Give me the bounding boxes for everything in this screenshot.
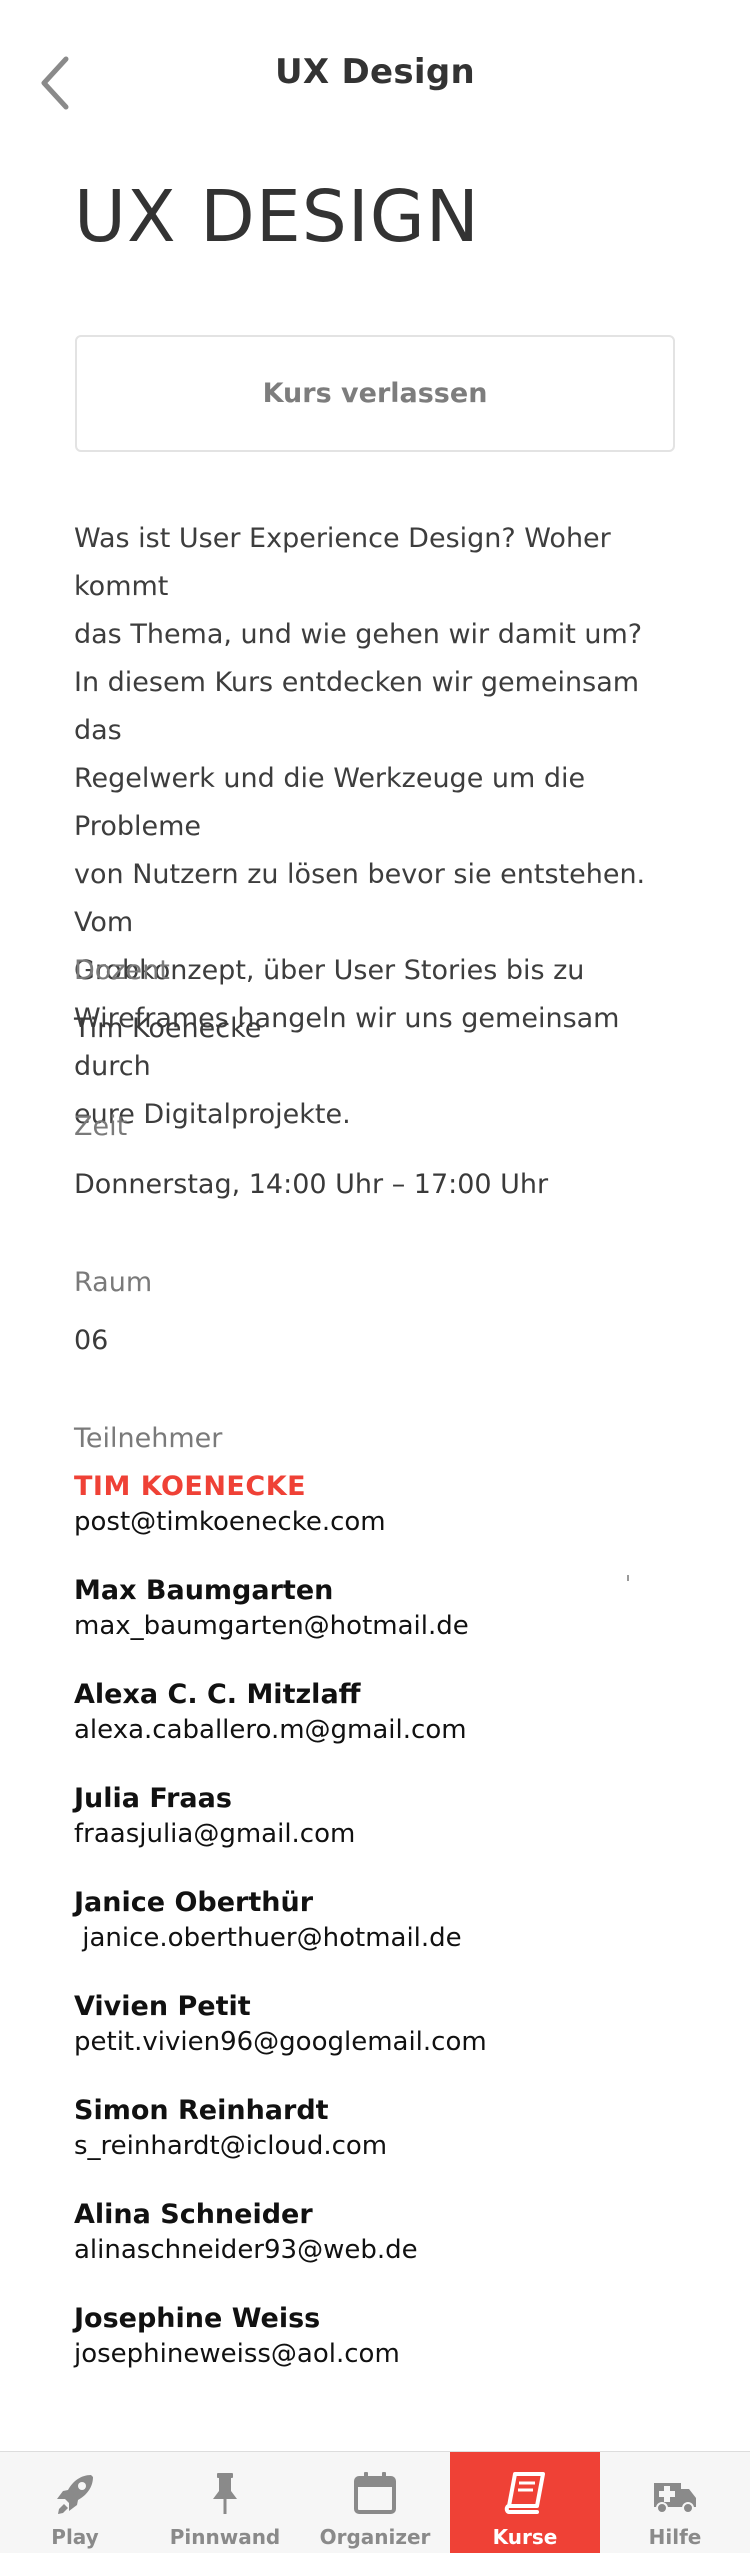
tab-bar: Play Pinnwand Organizer Kurse Hilfe xyxy=(0,2451,750,2553)
participant-item: Alexa C. C. Mitzlaff alexa.caballero.m@g… xyxy=(74,1678,467,1748)
participant-item: Julia Fraas fraasjulia@gmail.com xyxy=(74,1782,355,1852)
participant-email[interactable]: josephineweiss@aol.com xyxy=(74,2336,400,2372)
participant-item: Josephine Weiss josephineweiss@aol.com xyxy=(74,2302,400,2372)
participant-name: Alina Schneider xyxy=(74,2199,313,2230)
lecturer-value: Tim Koenecke xyxy=(74,1013,262,1044)
description-line: In diesem Kurs entdecken wir gemeinsam d… xyxy=(74,667,640,746)
description-line: das Thema, und wie gehen wir damit um? xyxy=(74,619,643,650)
pushpin-icon xyxy=(213,2473,237,2514)
ambulance-icon xyxy=(654,2483,696,2514)
participant-name: TIM KOENECKE xyxy=(74,1471,307,1502)
course-title: UX DESIGN xyxy=(74,175,480,258)
rocket-icon xyxy=(57,2475,93,2514)
participant-item: Alina Schneider alinaschneider93@web.de xyxy=(74,2198,418,2268)
tab-organizer[interactable]: Organizer xyxy=(300,2452,450,2553)
participant-name: Max Baumgarten xyxy=(74,1575,334,1606)
book-icon xyxy=(504,2472,545,2514)
participant-item: Max Baumgarten max_baumgarten@hotmail.de xyxy=(74,1574,469,1644)
page-title: UX Design xyxy=(274,52,476,92)
participant-item: Janice Oberthür janice.oberthuer@hotmail… xyxy=(74,1886,462,1956)
tab-pinnwand[interactable]: Pinnwand xyxy=(150,2452,300,2553)
calendar-icon xyxy=(354,2472,396,2514)
leave-course-button[interactable]: Kurs verlassen xyxy=(75,335,675,452)
tab-label: Pinnwand xyxy=(169,2525,281,2549)
participant-email[interactable]: fraasjulia@gmail.com xyxy=(74,1816,355,1852)
participant-name: Vivien Petit xyxy=(74,1991,251,2022)
lecturer-label: Dozent xyxy=(74,955,170,986)
description-line: von Nutzern zu lösen bevor sie entstehen… xyxy=(74,859,646,938)
tab-play[interactable]: Play xyxy=(0,2452,150,2553)
participant-name: Julia Fraas xyxy=(74,1783,232,1814)
nav-header: UX Design xyxy=(0,0,750,154)
participant-email[interactable]: alexa.caballero.m@gmail.com xyxy=(74,1712,467,1748)
participant-name: Alexa C. C. Mitzlaff xyxy=(74,1679,361,1710)
tab-hilfe[interactable]: Hilfe xyxy=(600,2452,750,2553)
participants-label: Teilnehmer xyxy=(74,1423,223,1454)
room-value: 06 xyxy=(74,1325,109,1356)
participant-name: Simon Reinhardt xyxy=(74,2095,329,2126)
description-line: Regelwerk und die Werkzeuge um die Probl… xyxy=(74,763,586,842)
participant-email[interactable]: petit.vivien96@googlemail.com xyxy=(74,2024,487,2060)
description-line: eure Digitalprojekte. xyxy=(74,1099,351,1130)
time-label: Zeit xyxy=(74,1111,128,1142)
tab-label: Kurse xyxy=(492,2525,558,2549)
participant-email[interactable]: janice.oberthuer@hotmail.de xyxy=(74,1920,461,1956)
participant-email[interactable]: post@timkoenecke.com xyxy=(74,1504,386,1540)
participant-name: Josephine Weiss xyxy=(74,2303,321,2334)
participant-email[interactable]: s_reinhardt@icloud.com xyxy=(74,2128,387,2164)
participant-item: Vivien Petit petit.vivien96@googlemail.c… xyxy=(74,1990,487,2060)
participant-email[interactable]: alinaschneider93@web.de xyxy=(74,2232,418,2268)
stray-mark xyxy=(627,1575,629,1581)
participant-item: Simon Reinhardt s_reinhardt@icloud.com xyxy=(74,2094,387,2164)
participant-item: TIM KOENECKE post@timkoenecke.com xyxy=(74,1470,386,1540)
tab-label: Organizer xyxy=(319,2525,431,2549)
description-line: Was ist User Experience Design? Woher ko… xyxy=(74,523,611,602)
time-value: Donnerstag, 14:00 Uhr – 17:00 Uhr xyxy=(74,1169,549,1200)
course-description: Was ist User Experience Design? Woher ko… xyxy=(74,515,684,1139)
tab-label: Hilfe xyxy=(648,2525,702,2549)
participant-email[interactable]: max_baumgarten@hotmail.de xyxy=(74,1608,469,1644)
participant-name: Janice Oberthür xyxy=(74,1887,314,1918)
room-label: Raum xyxy=(74,1267,153,1298)
tab-kurse[interactable]: Kurse xyxy=(450,2452,600,2553)
tab-label: Play xyxy=(51,2525,99,2549)
